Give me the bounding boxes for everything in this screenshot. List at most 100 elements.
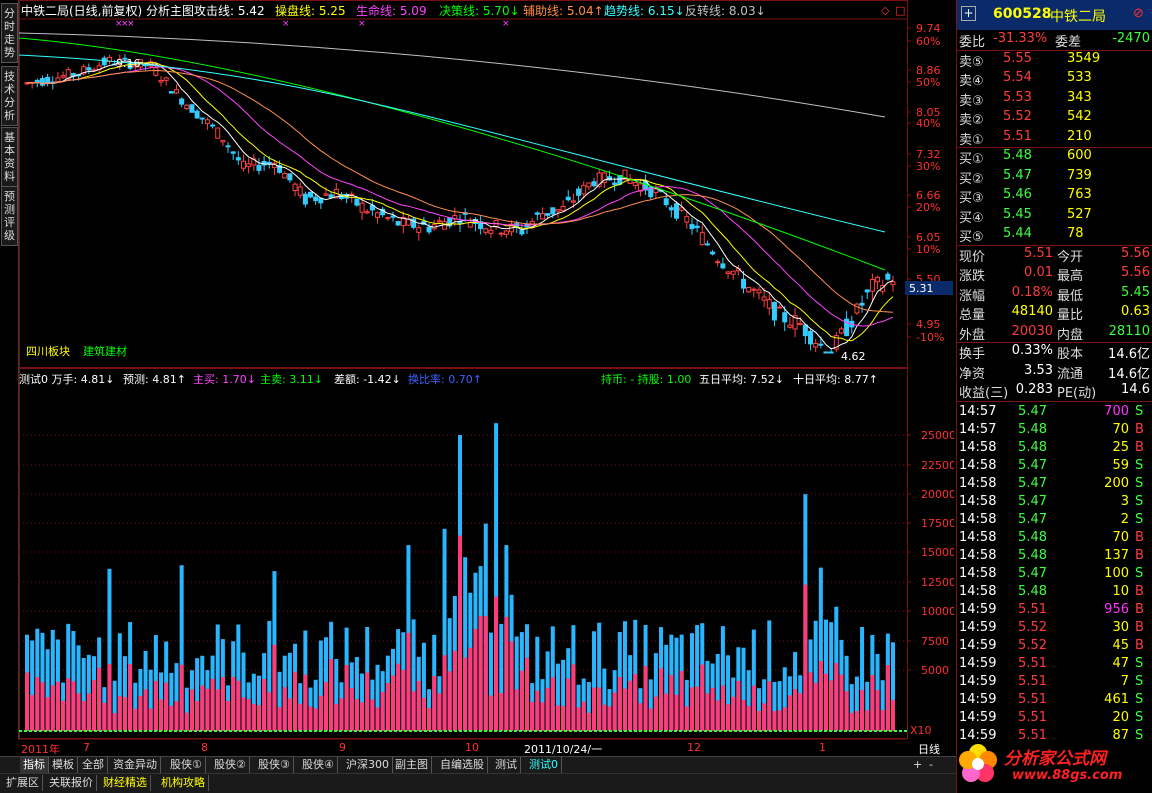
indicator-tab-9[interactable]: 副主图	[392, 757, 432, 773]
stat-row: 涨幅 0.18% 最低 5.45	[957, 285, 1152, 304]
candle-body	[751, 288, 757, 291]
volume-buy-bar	[97, 667, 102, 731]
candle-body	[241, 160, 246, 169]
stat-value: 5.51	[1024, 245, 1053, 261]
left-tab-1[interactable]: 技术分析	[1, 66, 18, 126]
volume-buy-bar	[241, 697, 246, 731]
tick-direction: B	[1135, 601, 1144, 617]
volume-buy-bar	[365, 672, 370, 731]
ext-tab-2[interactable]: 财经精选	[100, 775, 151, 791]
tick-volume: 200	[1104, 475, 1129, 491]
date-axis-label: 1	[819, 741, 826, 754]
candle-body	[674, 203, 679, 219]
chart-area[interactable]: 中铁二局(日线,前复权) 分析主图 攻击线: 5.42 操盘线: 5.25 生命线: …	[19, 0, 954, 740]
volume-buy-bar	[860, 689, 865, 731]
tick-row: 14:58 5.48 70 B	[957, 530, 1152, 547]
indicator-tab-0[interactable]: 指标	[20, 757, 49, 773]
volume-buy-bar	[380, 691, 385, 731]
volume-buy-bar	[762, 703, 767, 731]
price-axis-label: 20%	[916, 201, 940, 214]
signal-marker: ×	[282, 19, 290, 29]
indicator-tab-4[interactable]: 股侠①	[167, 757, 206, 773]
candle-body	[86, 67, 92, 71]
volume-buy-bar	[659, 668, 664, 731]
tick-row: 14:57 5.48 70 B	[957, 422, 1152, 439]
tick-price: 5.48	[1018, 547, 1047, 563]
volume-buy-bar	[530, 701, 535, 731]
ext-tab-3[interactable]: 机构攻略	[158, 775, 209, 791]
volume-buy-bar	[112, 713, 117, 731]
stat-row: 外盘 20030 内盘 28110	[957, 324, 1152, 343]
volume-buy-bar	[592, 687, 597, 731]
volume-buy-bar	[40, 682, 45, 731]
volume-buy-bar	[566, 678, 571, 731]
sell-volume: 343	[1067, 89, 1092, 105]
candle-body	[426, 226, 432, 233]
volume-axis-label: 12500	[921, 576, 954, 589]
indicator-tab-10[interactable]: 自编选股	[437, 757, 488, 773]
current-price-value: 5.31	[909, 282, 934, 295]
volume-buy-bar	[586, 712, 591, 731]
volume-buy-bar	[427, 707, 432, 731]
stat-value: 14.6亿	[1108, 366, 1150, 382]
indicator-tab-2[interactable]: 全部	[79, 757, 108, 773]
indicator-tab-1[interactable]: 模板	[49, 757, 78, 773]
candle-body	[488, 229, 494, 234]
candle-body	[416, 227, 422, 233]
tick-volume: 7	[1120, 673, 1129, 689]
tick-volume: 700	[1104, 403, 1129, 419]
candle-body	[663, 198, 669, 206]
left-tab-3[interactable]: 预测评级	[1, 186, 18, 246]
stat-label: 涨幅	[959, 288, 986, 304]
period-label[interactable]: 日线	[918, 741, 940, 757]
stat-label: 内盘	[1057, 327, 1084, 343]
buy-level-label: 买③	[959, 191, 984, 206]
indicator-tab-3[interactable]: 资金异动	[110, 757, 161, 773]
volume-buy-bar	[200, 685, 205, 731]
tick-row: 14:59 5.51 7 S	[957, 674, 1152, 691]
scroll-right-icon[interactable]: -	[929, 758, 933, 771]
chart-canvas[interactable]: 中铁二局(日线,前复权) 分析主图 攻击线: 5.42 操盘线: 5.25 生命线: …	[19, 0, 954, 740]
volume-axis-label: 20000	[921, 488, 954, 501]
candle-body	[179, 98, 185, 105]
fundamental-row: 净资 3.53 流通 14.6亿	[957, 363, 1152, 382]
ext-tab-0[interactable]: 扩展区	[3, 775, 43, 791]
volume-buy-bar	[561, 705, 566, 731]
close-icon[interactable]: ⊘	[1133, 6, 1144, 21]
candle-body	[189, 104, 195, 113]
volume-buy-bar	[720, 685, 725, 731]
candle-body	[287, 173, 293, 181]
candle-body	[308, 191, 314, 198]
indicator-tab-7[interactable]: 股侠④	[299, 757, 338, 773]
volume-buy-bar	[689, 687, 694, 731]
candle-body	[534, 212, 540, 215]
volume-buy-bar	[262, 679, 267, 731]
indicator-tab-8[interactable]: 沪深300	[343, 757, 393, 773]
indicator-tab-6[interactable]: 股侠③	[255, 757, 294, 773]
tick-direction: S	[1135, 475, 1144, 491]
tick-price: 5.47	[1018, 511, 1047, 527]
volume-buy-bar	[122, 697, 127, 731]
indicator-tab-11[interactable]: 测试	[492, 757, 521, 773]
sell-row: 卖① 5.51 210	[957, 129, 1152, 148]
tick-time: 14:58	[959, 565, 997, 581]
volume-axis-label: 17500	[921, 517, 954, 530]
volume-buy-bar	[581, 701, 586, 731]
buy-row: 买③ 5.46 763	[957, 187, 1152, 206]
plus-icon[interactable]: +	[961, 6, 976, 21]
volume-buy-bar	[612, 692, 617, 731]
volume-buy-bar	[767, 681, 772, 731]
candle-body	[246, 163, 252, 168]
indicator-tab-5[interactable]: 股侠②	[211, 757, 250, 773]
high-price-label: 9.16	[116, 57, 141, 70]
candle-body	[297, 186, 303, 196]
volume-buy-bar	[751, 685, 756, 731]
volume-buy-bar	[777, 710, 782, 731]
left-tab-2[interactable]: 基本资料	[1, 127, 18, 187]
sell-volume: 542	[1067, 109, 1092, 124]
sub-indicator-value: 换比率: 0.70↑	[408, 372, 482, 386]
indicator-tab-12[interactable]: 测试0	[526, 757, 562, 773]
ext-tab-1[interactable]: 关联报价	[46, 775, 97, 791]
left-tab-0[interactable]: 分时走势	[1, 3, 18, 63]
scroll-left-icon[interactable]: +	[913, 758, 922, 771]
